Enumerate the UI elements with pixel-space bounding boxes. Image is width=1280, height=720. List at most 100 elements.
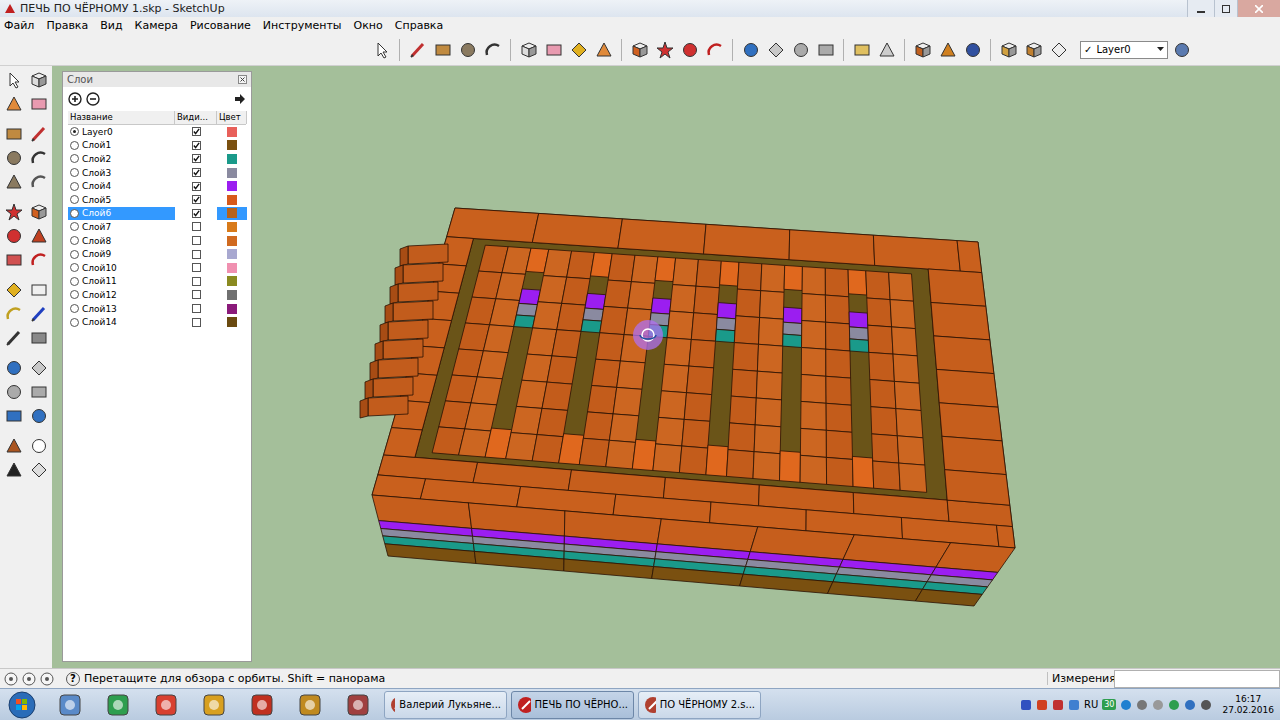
position-camera-icon[interactable]: [4, 436, 24, 456]
layer-row[interactable]: Слой10: [68, 261, 246, 275]
layer-name-cell[interactable]: Слой6: [68, 207, 175, 221]
tool-button[interactable]: [27, 278, 50, 301]
active-layer-radio[interactable]: [70, 250, 79, 259]
eraser-icon[interactable]: [544, 40, 564, 60]
close-button[interactable]: [1237, 0, 1280, 17]
rotate-icon[interactable]: [680, 40, 700, 60]
menu-item[interactable]: Камера: [135, 19, 178, 32]
pan-icon[interactable]: [29, 358, 49, 378]
rotate-icon[interactable]: [4, 226, 24, 246]
layer-name-cell[interactable]: Слой5: [68, 193, 175, 207]
tool-button[interactable]: [739, 38, 762, 61]
tool-button[interactable]: [27, 434, 50, 457]
active-layer-radio[interactable]: [70, 195, 79, 204]
tool-button[interactable]: [2, 122, 25, 145]
line-icon[interactable]: [408, 40, 428, 60]
tool-button[interactable]: [592, 38, 615, 61]
visibility-checkbox[interactable]: [192, 154, 201, 163]
3d-text-icon[interactable]: [29, 328, 49, 348]
layer-name-cell[interactable]: Слой2: [68, 152, 175, 166]
layer-name-cell[interactable]: Слой12: [68, 288, 175, 302]
menu-item[interactable]: Файл: [4, 19, 34, 32]
visibility-checkbox[interactable]: [192, 209, 201, 218]
layer-color-swatch[interactable]: [227, 263, 237, 273]
tray-status-icon[interactable]: [1168, 699, 1180, 711]
make-component-icon[interactable]: [29, 70, 49, 90]
layer-row[interactable]: Слой5: [68, 193, 246, 207]
layer-row[interactable]: Слой8: [68, 234, 246, 248]
layer-select[interactable]: ✓Layer0: [1080, 41, 1168, 59]
layer-row[interactable]: Слой2: [68, 152, 246, 166]
task-button[interactable]: ПО ЧЁРНОМУ 2.s...: [638, 691, 761, 719]
arc-icon[interactable]: [483, 40, 503, 60]
column-header[interactable]: Название: [68, 111, 175, 124]
pinned-app[interactable]: [336, 690, 380, 720]
make-component-icon[interactable]: [519, 40, 539, 60]
layer-row[interactable]: Слой6: [68, 207, 246, 221]
rectangle-icon[interactable]: [4, 124, 24, 144]
active-layer-radio[interactable]: [70, 154, 79, 163]
task-button[interactable]: ПЕЧЬ ПО ЧЁРНО...: [511, 691, 634, 719]
delete-layer-icon[interactable]: [86, 92, 100, 106]
paint-bucket-icon[interactable]: [594, 40, 614, 60]
tool-button[interactable]: [997, 38, 1020, 61]
start-button[interactable]: [0, 691, 44, 719]
circle-icon[interactable]: [4, 148, 24, 168]
orbit-icon[interactable]: [741, 40, 761, 60]
move-icon[interactable]: [4, 202, 24, 222]
tool-button[interactable]: [27, 302, 50, 325]
follow-me-icon[interactable]: [29, 226, 49, 246]
tool-button[interactable]: [27, 248, 50, 271]
tool-button[interactable]: [27, 224, 50, 247]
rectangle-icon[interactable]: [433, 40, 453, 60]
add-layer-icon[interactable]: [68, 92, 82, 106]
layer-color-swatch[interactable]: [227, 249, 237, 259]
layer-row[interactable]: Слой12: [68, 288, 246, 302]
tool-button[interactable]: [27, 122, 50, 145]
tool-button[interactable]: [936, 38, 959, 61]
layer-color-swatch[interactable]: [227, 181, 237, 191]
layer-color-swatch[interactable]: [227, 317, 237, 327]
scale-icon[interactable]: [4, 250, 24, 270]
layer-color-swatch[interactable]: [227, 276, 237, 286]
offset-icon[interactable]: [29, 250, 49, 270]
text-icon[interactable]: [29, 280, 49, 300]
tool-button[interactable]: [456, 38, 479, 61]
geo-location-icon[interactable]: [4, 672, 18, 686]
layer-name-cell[interactable]: Слой13: [68, 302, 175, 316]
menu-item[interactable]: Правка: [46, 19, 88, 32]
tray-app-icon[interactable]: [1052, 699, 1064, 711]
model-viewport[interactable]: СлоиНазваниеВиди...ЦветLayer0Слой1Слой2С…: [52, 66, 1280, 668]
visibility-checkbox[interactable]: [192, 127, 201, 136]
tool-button[interactable]: [27, 326, 50, 349]
layer-row[interactable]: Слой11: [68, 275, 246, 289]
tool-button[interactable]: [961, 38, 984, 61]
tray-status-icon[interactable]: [1136, 699, 1148, 711]
visibility-checkbox[interactable]: [192, 277, 201, 286]
tool-button[interactable]: [2, 278, 25, 301]
pinned-app[interactable]: [144, 690, 188, 720]
pan-icon[interactable]: [766, 40, 786, 60]
tool-button[interactable]: [27, 170, 50, 193]
tool-button[interactable]: [1170, 38, 1193, 61]
tool-button[interactable]: [2, 68, 25, 91]
tool-button[interactable]: [370, 38, 393, 61]
close-icon[interactable]: [238, 75, 247, 84]
layer-color-swatch[interactable]: [227, 304, 237, 314]
tool-button[interactable]: [653, 38, 676, 61]
layer-color-swatch[interactable]: [227, 236, 237, 246]
tool-button[interactable]: [789, 38, 812, 61]
protractor-icon[interactable]: [4, 304, 24, 324]
layer-row[interactable]: Layer0: [68, 125, 246, 139]
line-icon[interactable]: [29, 124, 49, 144]
layer-name-cell[interactable]: Layer0: [68, 125, 175, 139]
zoom-window-icon[interactable]: [29, 382, 49, 402]
active-layer-radio[interactable]: [70, 304, 79, 313]
visibility-checkbox[interactable]: [192, 168, 201, 177]
tool-button[interactable]: [2, 200, 25, 223]
active-layer-radio[interactable]: [70, 168, 79, 177]
menu-item[interactable]: Вид: [100, 19, 122, 32]
pinned-app[interactable]: [96, 690, 140, 720]
tool-button[interactable]: [27, 404, 50, 427]
axes-icon[interactable]: [29, 304, 49, 324]
